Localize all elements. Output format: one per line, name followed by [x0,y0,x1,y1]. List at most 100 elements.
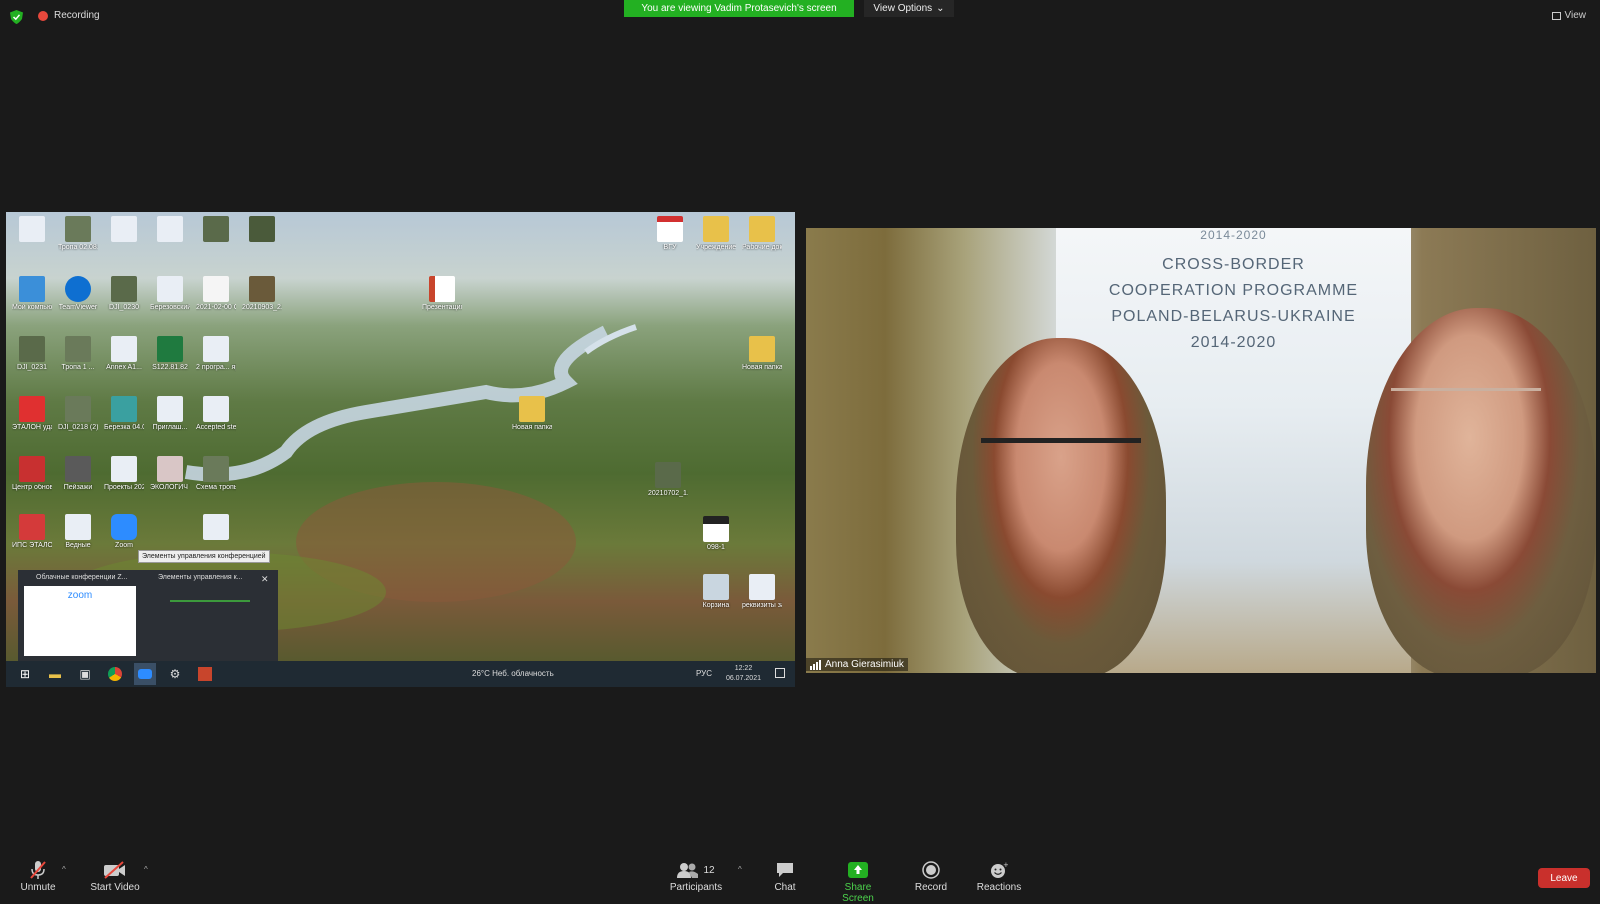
desktop-icon[interactable]: 20210702_1... [648,462,688,498]
desktop-icon[interactable]: 098-1 [696,516,736,552]
powerpoint-file-icon [429,276,455,302]
desktop-icon[interactable]: ЭТАЛОН удален... [12,396,52,432]
desktop-icon[interactable]: Мой компьютер [12,276,52,312]
desktop-icon[interactable]: Центр обновлений [12,456,52,492]
leave-button[interactable]: Leave [1538,868,1590,888]
desktop-icon[interactable] [104,216,144,244]
clock-date: 06.07.2021 [725,675,761,682]
view-options-button[interactable]: View Options ⌄ [864,0,954,17]
weather-widget[interactable]: 26°C Неб. облачность [472,669,554,678]
desktop-icon[interactable]: Annex A1... [104,336,144,372]
desktop-icon[interactable]: Корзина [696,574,736,610]
desktop-icon[interactable]: Пейзажи [58,456,98,492]
record-button[interactable]: Record [914,860,948,893]
start-video-label: Start Video [90,882,140,893]
windows-taskbar: ⊞ ▬ ▣ ⚙ 26°C Неб. облачность РУС 12:22 0… [6,661,795,687]
desktop-icon[interactable]: Accepted step 1 letter [196,396,236,432]
desktop-icon[interactable] [242,216,282,244]
clock-time: 12:22 [734,665,753,672]
taskbar-clock[interactable]: 12:22 06.07.2021 [726,664,761,684]
desktop-icon[interactable]: Проекты 2021 [104,456,144,492]
image-file-icon [65,396,91,422]
recording-indicator[interactable]: Recording [38,10,100,21]
taskbar-preview-popup[interactable]: Облачные конференции Z... Элементы управ… [18,570,278,661]
preview-tab-meeting-controls[interactable]: Элементы управления к... [158,574,243,581]
preview-tab-zoom-cloud[interactable]: Облачные конференции Z... [36,574,127,581]
desktop-icon[interactable]: Березовский районный... [150,276,190,312]
language-indicator[interactable]: РУС [696,669,712,678]
security-shield-icon[interactable] [10,10,23,24]
desktop-icon[interactable] [196,216,236,244]
notifications-icon[interactable] [775,668,785,678]
meeting-controls-thumbnail[interactable] [170,600,250,602]
video-off-icon [90,860,140,880]
desktop-icon[interactable] [150,216,190,244]
participants-options-caret-icon[interactable]: ^ [738,865,742,874]
signal-strength-icon [810,659,821,670]
speaker-video[interactable]: 2014-2020 CROSS-BORDER COOPERATION PROGR… [806,228,1596,673]
desktop-icon[interactable]: реквизиты заказчик... [742,574,782,610]
image-file-icon [111,276,137,302]
shared-screen[interactable]: Тропа 02.08.2021 Мой компьютер TeamViewe… [6,212,795,687]
desktop-icon[interactable]: Zoom [104,514,144,550]
zoom-taskbar-icon[interactable] [134,663,156,685]
desktop-icon[interactable]: Приглаш... [150,396,190,432]
powerpoint-icon[interactable] [194,663,216,685]
view-options-label: View Options [873,3,933,14]
view-button[interactable]: View [1551,10,1586,21]
svg-text:+: + [1003,861,1008,869]
desktop-icon[interactable]: 2021-02-00 Охрана... [196,276,236,312]
close-icon[interactable]: ✕ [261,574,269,585]
unmute-button[interactable]: Unmute [20,860,56,893]
store-icon[interactable]: ▣ [74,663,96,685]
desktop-icon[interactable]: ИПС ЭТАЛОН [12,514,52,550]
desktop-icon[interactable]: DJI_0218 (2) [58,396,98,432]
desktop-icon[interactable]: 2 програ... ярмарки.ГТ [196,336,236,372]
windows-start-icon[interactable]: ⊞ [14,663,36,685]
share-screen-button[interactable]: Share Screen [828,860,888,904]
desktop-icon[interactable]: Схема тропы пер... [196,456,236,492]
chat-button[interactable]: Chat [770,860,800,893]
desktop-icon[interactable]: Тропа 1 ... [58,336,98,372]
document-icon [203,396,229,422]
image-file-icon [203,216,229,242]
document-icon [157,456,183,482]
desktop-icon[interactable]: 20210903_2... [242,276,282,312]
start-video-button[interactable]: Start Video [90,860,140,893]
settings-gear-icon[interactable]: ⚙ [164,663,186,685]
desktop-icon[interactable]: Новая папка [512,396,552,432]
desktop-icon[interactable] [12,216,52,244]
desktop-icon[interactable]: DJI_0231 [12,336,52,372]
desktop-icon[interactable] [196,514,236,542]
file-icon [703,516,729,542]
participants-button[interactable]: 12 Participants [668,860,724,893]
chrome-icon[interactable] [104,663,126,685]
file-icon [203,276,229,302]
excel-file-icon [157,336,183,362]
desktop-icon[interactable]: Ведные [58,514,98,550]
desktop-icon[interactable]: Учреждение [696,216,736,252]
image-file-icon [249,216,275,242]
recording-label: Recording [54,10,100,21]
reactions-button[interactable]: + Reactions [976,860,1022,893]
desktop-icon[interactable]: DJI_0230 [104,276,144,312]
desktop-icon[interactable]: Тропа 02.08.2021 [58,216,98,252]
video-options-caret-icon[interactable]: ^ [144,865,148,874]
desktop-icon[interactable]: Березка 04.03.21 [104,396,144,432]
zoom-logo: zoom [67,590,93,601]
viewing-screen-banner: You are viewing Vadim Protasevich's scre… [624,0,854,17]
desktop-icon[interactable]: ЭКОЛОГИЧ ТРОПА [150,456,190,492]
zoom-window-thumbnail[interactable]: zoom [24,586,136,656]
file-explorer-icon[interactable]: ▬ [44,663,66,685]
desktop-icon[interactable]: ВГУ [650,216,690,252]
desktop-icon[interactable]: S122.81.82 [150,336,190,372]
folder-icon [749,336,775,362]
desktop-icon[interactable]: TeamViewer [58,276,98,312]
desktop-icon[interactable]: Новая папка (2) [742,336,782,372]
audio-options-caret-icon[interactable]: ^ [62,865,66,874]
image-file-icon [65,336,91,362]
participant-count: 12 [703,864,715,876]
desktop-icon[interactable]: Рабочие документы [742,216,782,252]
document-icon [749,574,775,600]
desktop-icon[interactable]: Презентация ...копия [422,276,462,312]
